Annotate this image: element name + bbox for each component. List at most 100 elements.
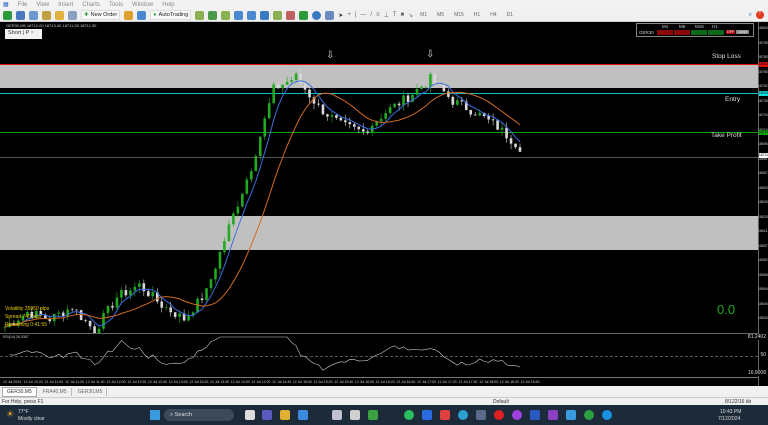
tf-m1[interactable]: M1 bbox=[417, 12, 430, 18]
app-icon[interactable] bbox=[332, 410, 342, 420]
candle bbox=[245, 179, 249, 194]
tf-d1[interactable]: D1 bbox=[504, 12, 516, 18]
search-icon[interactable]: ⌕ bbox=[749, 12, 752, 19]
autotrading-button[interactable]: ● AutoTrading bbox=[150, 10, 192, 20]
menu-view[interactable]: View bbox=[36, 2, 49, 8]
autoscroll-icon[interactable] bbox=[273, 10, 283, 20]
app-icon[interactable] bbox=[548, 410, 558, 420]
fibo-icon[interactable]: ⊥ bbox=[384, 12, 389, 19]
candle bbox=[415, 88, 419, 95]
data-window-icon[interactable] bbox=[55, 10, 64, 20]
off-button[interactable]: OFF bbox=[726, 30, 735, 34]
tile-icon[interactable] bbox=[260, 10, 270, 20]
clock-time[interactable]: 10:43 PM bbox=[720, 409, 741, 415]
navigator-icon[interactable] bbox=[42, 10, 51, 20]
arrow-down-icon: ⇩ bbox=[426, 49, 435, 60]
terminal-icon[interactable] bbox=[68, 10, 77, 20]
templates-icon[interactable] bbox=[325, 10, 335, 20]
candle bbox=[102, 313, 105, 329]
tab-fra40-m5[interactable]: FRA40,M5 bbox=[39, 387, 72, 396]
app-icon[interactable] bbox=[350, 410, 360, 420]
tf-h4[interactable]: H4 bbox=[487, 12, 499, 18]
app-icon[interactable] bbox=[566, 410, 576, 420]
trend-m5 bbox=[674, 30, 690, 35]
candle bbox=[263, 118, 267, 137]
teams-icon[interactable] bbox=[262, 410, 272, 420]
price-tick: 18766.76 bbox=[758, 69, 768, 74]
close-icon[interactable]: × bbox=[31, 30, 34, 36]
menu-window[interactable]: Window bbox=[132, 2, 153, 8]
menu-charts[interactable]: Charts bbox=[82, 2, 100, 8]
candle-chart-icon[interactable] bbox=[208, 10, 218, 20]
trend-m1 bbox=[657, 30, 673, 35]
bar-chart-icon[interactable] bbox=[195, 10, 205, 20]
profiles-icon[interactable] bbox=[16, 10, 25, 20]
opera-icon[interactable] bbox=[494, 410, 504, 420]
arrows-icon[interactable]: ↘ bbox=[408, 12, 413, 19]
new-order-button[interactable]: ✚ New Order bbox=[81, 10, 121, 20]
shift-icon[interactable] bbox=[286, 10, 296, 20]
windows-start-icon[interactable] bbox=[150, 410, 160, 420]
notification-icon[interactable]: ! bbox=[756, 11, 764, 19]
candle bbox=[335, 115, 338, 118]
channel-icon[interactable]: ≡ bbox=[376, 12, 380, 18]
tf-m15[interactable]: M15 bbox=[451, 12, 467, 18]
experts-icon[interactable] bbox=[124, 10, 134, 20]
time-tick: 12 Jul 16:00 bbox=[354, 380, 374, 384]
weather-icon: ☀ bbox=[6, 409, 15, 419]
tab-ger30-m5-2[interactable]: GER30,M5 bbox=[74, 387, 108, 396]
weather-desc[interactable]: Mostly clear bbox=[18, 416, 45, 422]
upwork-icon[interactable] bbox=[584, 410, 594, 420]
close-button[interactable]: Close bbox=[736, 30, 749, 34]
candle bbox=[353, 124, 356, 127]
periods-icon[interactable] bbox=[312, 10, 322, 20]
zoom-in-icon[interactable] bbox=[234, 10, 244, 20]
word-icon[interactable] bbox=[530, 410, 540, 420]
text-icon[interactable]: T bbox=[393, 12, 397, 18]
edge-icon[interactable] bbox=[458, 410, 468, 420]
skype-icon[interactable] bbox=[602, 410, 612, 420]
tf-h1[interactable]: H1 bbox=[471, 12, 483, 18]
messenger-icon[interactable] bbox=[512, 410, 522, 420]
menu-file[interactable]: File bbox=[18, 2, 28, 8]
market-watch-icon[interactable] bbox=[29, 10, 38, 20]
cursor-icon[interactable]: ➤ bbox=[338, 12, 343, 19]
strategy-tab[interactable]: Short | P × bbox=[5, 29, 42, 39]
time-tick: 12 Jul 18:00 bbox=[479, 380, 499, 384]
signals-icon[interactable] bbox=[137, 10, 147, 20]
menu-tools[interactable]: Tools bbox=[109, 2, 123, 8]
candle bbox=[433, 74, 437, 84]
indicators-icon[interactable] bbox=[299, 10, 309, 20]
search-box[interactable]: ⌕ Search bbox=[164, 409, 234, 421]
panel-tf-m5: M5 bbox=[679, 24, 686, 29]
zoom-out-icon[interactable] bbox=[247, 10, 257, 20]
clock-date[interactable]: 7/12/2024 bbox=[718, 416, 740, 422]
store-icon[interactable] bbox=[298, 410, 308, 420]
label-icon[interactable]: ■ bbox=[401, 12, 405, 18]
app-icon[interactable] bbox=[440, 410, 450, 420]
explorer-icon[interactable] bbox=[280, 410, 290, 420]
tab-ger30-m5[interactable]: GER30,M5 bbox=[2, 386, 37, 397]
app-icon[interactable] bbox=[422, 410, 432, 420]
trendline-icon[interactable]: / bbox=[370, 12, 372, 18]
candle bbox=[281, 84, 284, 89]
new-chart-icon[interactable] bbox=[3, 10, 12, 20]
calculator-icon[interactable] bbox=[476, 410, 486, 420]
app-icon[interactable] bbox=[368, 410, 378, 420]
whatsapp-icon[interactable] bbox=[404, 410, 414, 420]
vline-icon[interactable]: | bbox=[355, 12, 357, 18]
tf-m5[interactable]: M5 bbox=[434, 12, 447, 18]
menu-insert[interactable]: Insert bbox=[58, 2, 73, 8]
line-chart-icon[interactable] bbox=[221, 10, 231, 20]
time-tick: 12 Jul 2024 bbox=[3, 380, 22, 384]
candle bbox=[447, 91, 450, 97]
price-chart[interactable]: GER30,M5 18712.00 18713.40 18711.20 1871… bbox=[0, 22, 758, 333]
time-tick: 12 Jul 13:40 bbox=[210, 380, 230, 384]
task-view-icon[interactable] bbox=[245, 410, 255, 420]
menu-help[interactable]: Help bbox=[162, 2, 174, 8]
price-tick: 18809.16 bbox=[758, 26, 768, 30]
price-tick: 18582.96 bbox=[758, 258, 768, 262]
crosshair-icon[interactable]: + bbox=[347, 12, 351, 18]
hline-icon[interactable]: — bbox=[360, 12, 366, 18]
weather-temp[interactable]: 77°F bbox=[18, 409, 29, 415]
